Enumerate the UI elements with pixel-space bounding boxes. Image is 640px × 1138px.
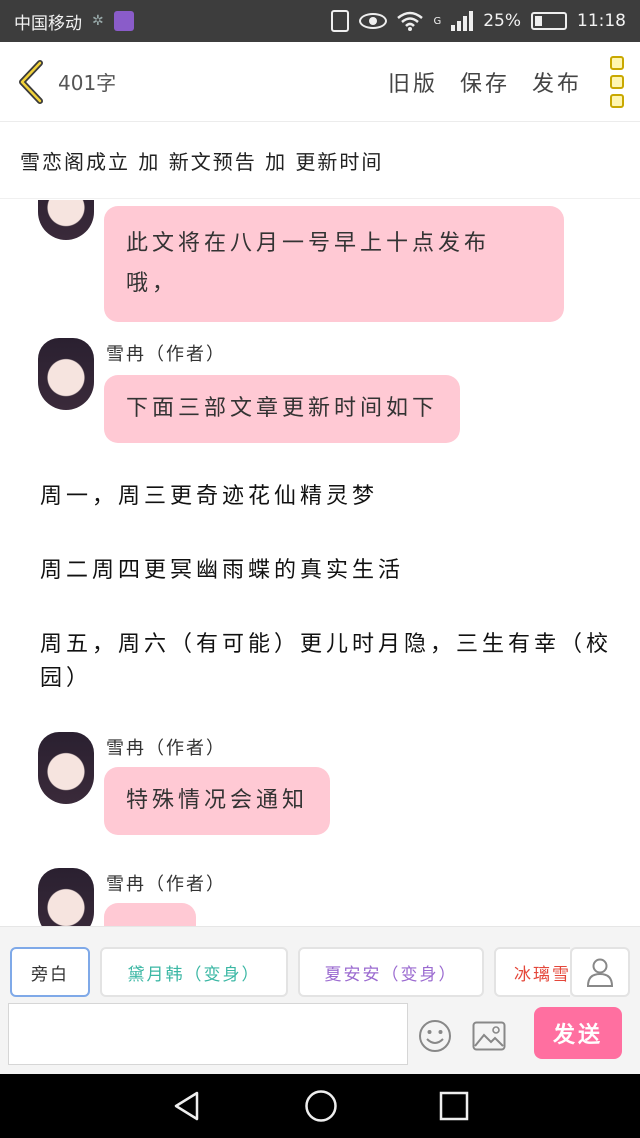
author-name: 雪冉（作者） [106,738,226,759]
character-chip[interactable]: 夏安安（变身） [298,947,484,997]
eye-comfort-icon [359,13,388,29]
chip-label: 冰璃雪 [514,964,570,985]
leaf-icon: ✲ [92,13,104,29]
gallery-notification-icon [113,11,134,31]
narration-text[interactable]: 周二周四更冥幽雨蝶的真实生活 [40,554,615,588]
signal-icon [451,11,474,31]
character-chip[interactable]: 冰璃雪 [494,947,570,997]
message-bubble[interactable]: 下面三部文章更新时间如下 [104,375,461,443]
status-bar: 中国移动 ✲ G 25% 11:18 [0,0,640,42]
narration-text[interactable]: 周一，周三更奇迹花仙精灵梦 [40,480,615,514]
emoji-icon[interactable] [418,1019,452,1053]
character-selector: 旁白 黛月韩（变身） 夏安安（变身） 冰璃雪 [0,947,570,1001]
message-bubble[interactable] [104,903,196,926]
battery-icon [531,12,567,30]
word-count: 401字 [58,71,117,95]
editor-top-bar: 401字 旧版 保存 发布 [0,42,640,122]
save-button[interactable]: 保存 [460,66,510,98]
user-icon[interactable] [570,947,630,997]
nav-recent-icon[interactable] [439,1091,469,1121]
old-version-button[interactable]: 旧版 [388,66,438,98]
image-icon[interactable] [472,1021,506,1051]
message-input[interactable] [8,1003,408,1065]
network-type-label: G [433,16,442,27]
message-bubble[interactable]: 特殊情况会通知 [104,767,331,835]
send-button[interactable]: 发送 [534,1007,622,1059]
composer-panel: 旁白 黛月韩（变身） 夏安安（变身） 冰璃雪 发送 [0,926,640,1074]
wifi-icon [397,11,424,31]
publish-button[interactable]: 发布 [532,66,582,98]
more-icon[interactable] [610,55,624,108]
avatar [38,868,94,926]
avatar [38,338,94,410]
message-bubble[interactable]: 此文将在八月一号早上十点发布 哦， [104,206,564,322]
author-name: 雪冉（作者） [106,874,226,895]
battery-percent: 25% [483,11,521,31]
back-icon[interactable] [16,57,50,107]
chip-label: 旁白 [31,964,69,985]
character-chip[interactable]: 黛月韩（变身） [100,947,288,997]
clock: 11:18 [577,11,626,31]
chapter-title[interactable]: 雪恋阁成立 加 新文预告 加 更新时间 [0,123,640,199]
avatar [38,732,94,804]
character-chip-narrator[interactable]: 旁白 [10,947,90,997]
bubble-line: 哦， [126,271,179,296]
nav-home-icon[interactable] [304,1089,338,1123]
bubble-line: 此文将在八月一号早上十点发布 [126,231,491,256]
author-name: 雪冉（作者） [106,344,226,365]
nav-back-icon[interactable] [171,1090,203,1122]
chip-label: 黛月韩（变身） [127,964,261,985]
story-content[interactable]: 此文将在八月一号早上十点发布 哦， 雪冉（作者） 下面三部文章更新时间如下 周一… [0,200,640,926]
avatar [38,200,94,240]
vibrate-icon [331,10,350,32]
chip-label: 夏安安（变身） [324,964,458,985]
carrier-label: 中国移动 [14,13,82,34]
system-nav-bar [0,1074,640,1138]
narration-text[interactable]: 周五，周六（有可能）更儿时月隐，三生有幸（校园） [40,628,615,696]
